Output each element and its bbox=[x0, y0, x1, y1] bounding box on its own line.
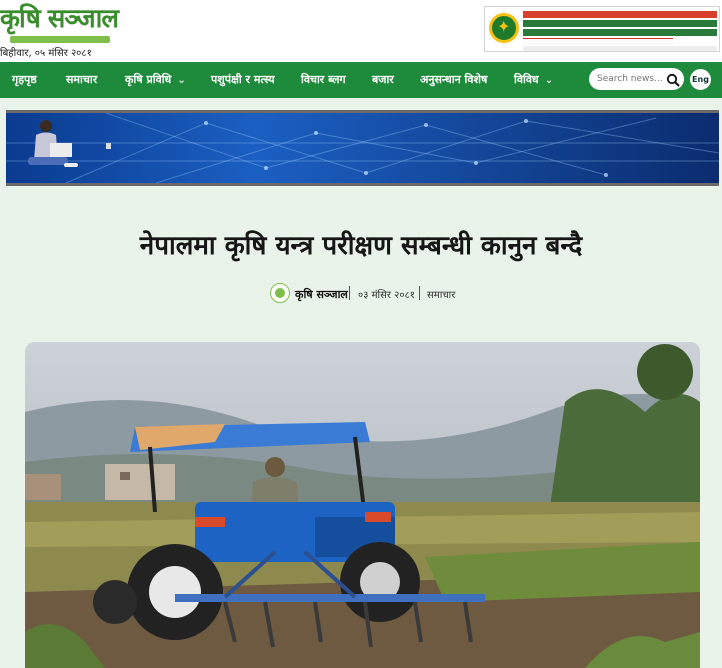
article-hero-image bbox=[25, 342, 700, 668]
author-avatar bbox=[270, 283, 290, 303]
logo-text: कृषि सञ्जाल bbox=[0, 4, 119, 34]
nav-item-blog[interactable]: विचार ब्लग bbox=[301, 72, 346, 87]
site-logo[interactable]: कृषि सञ्जाल bbox=[0, 4, 120, 44]
meta-divider bbox=[419, 286, 420, 300]
article-title: नेपालमा कृषि यन्त्र परीक्षण सम्बन्धी कान… bbox=[139, 231, 583, 261]
article-category[interactable]: समाचार bbox=[427, 287, 455, 301]
search-icon[interactable] bbox=[666, 72, 680, 87]
chevron-down-icon: ⌄ bbox=[177, 75, 186, 86]
search-input[interactable] bbox=[597, 72, 663, 86]
nav-item-agri-tech[interactable]: कृषि प्रविधि ⌄ bbox=[125, 72, 186, 87]
author-name[interactable]: कृषि सञ्जाल bbox=[295, 287, 348, 302]
ad-emblem-icon bbox=[489, 13, 519, 43]
top-header: कृषि सञ्जाल बिहीवार, ०५ मंसिर २०८१ bbox=[0, 0, 722, 62]
nav-item-news[interactable]: समाचार bbox=[66, 72, 97, 87]
header-advertisement[interactable] bbox=[484, 6, 720, 52]
chevron-down-icon: ⌄ bbox=[544, 75, 554, 86]
nav-item-research[interactable]: अनुसन्धान विशेष bbox=[420, 72, 487, 87]
woman-with-laptop-image bbox=[28, 120, 78, 167]
nav-item-livestock[interactable]: पशुपंक्षी र मत्स्य bbox=[211, 72, 275, 87]
banner-graphic bbox=[6, 113, 719, 183]
nav-item-market[interactable]: बजार bbox=[372, 72, 394, 87]
meta-divider bbox=[349, 286, 350, 300]
current-date: बिहीवार, ०५ मंसिर २०८१ bbox=[0, 48, 92, 59]
language-toggle-button[interactable]: Eng bbox=[688, 67, 713, 92]
banner-advertisement[interactable] bbox=[6, 110, 719, 186]
article-meta: कृषि सञ्जाल ०३ मंसिर २०८१ समाचार bbox=[270, 283, 530, 305]
logo-tagline-bar bbox=[10, 36, 110, 43]
publish-date: ०३ मंसिर २०८१ bbox=[358, 290, 415, 301]
nav-item-home[interactable]: गृहपृष्ठ bbox=[12, 72, 37, 87]
nav-item-misc[interactable]: विविध ⌄ bbox=[514, 72, 553, 87]
tractor-field-photo bbox=[25, 342, 700, 668]
search-box bbox=[589, 68, 684, 90]
